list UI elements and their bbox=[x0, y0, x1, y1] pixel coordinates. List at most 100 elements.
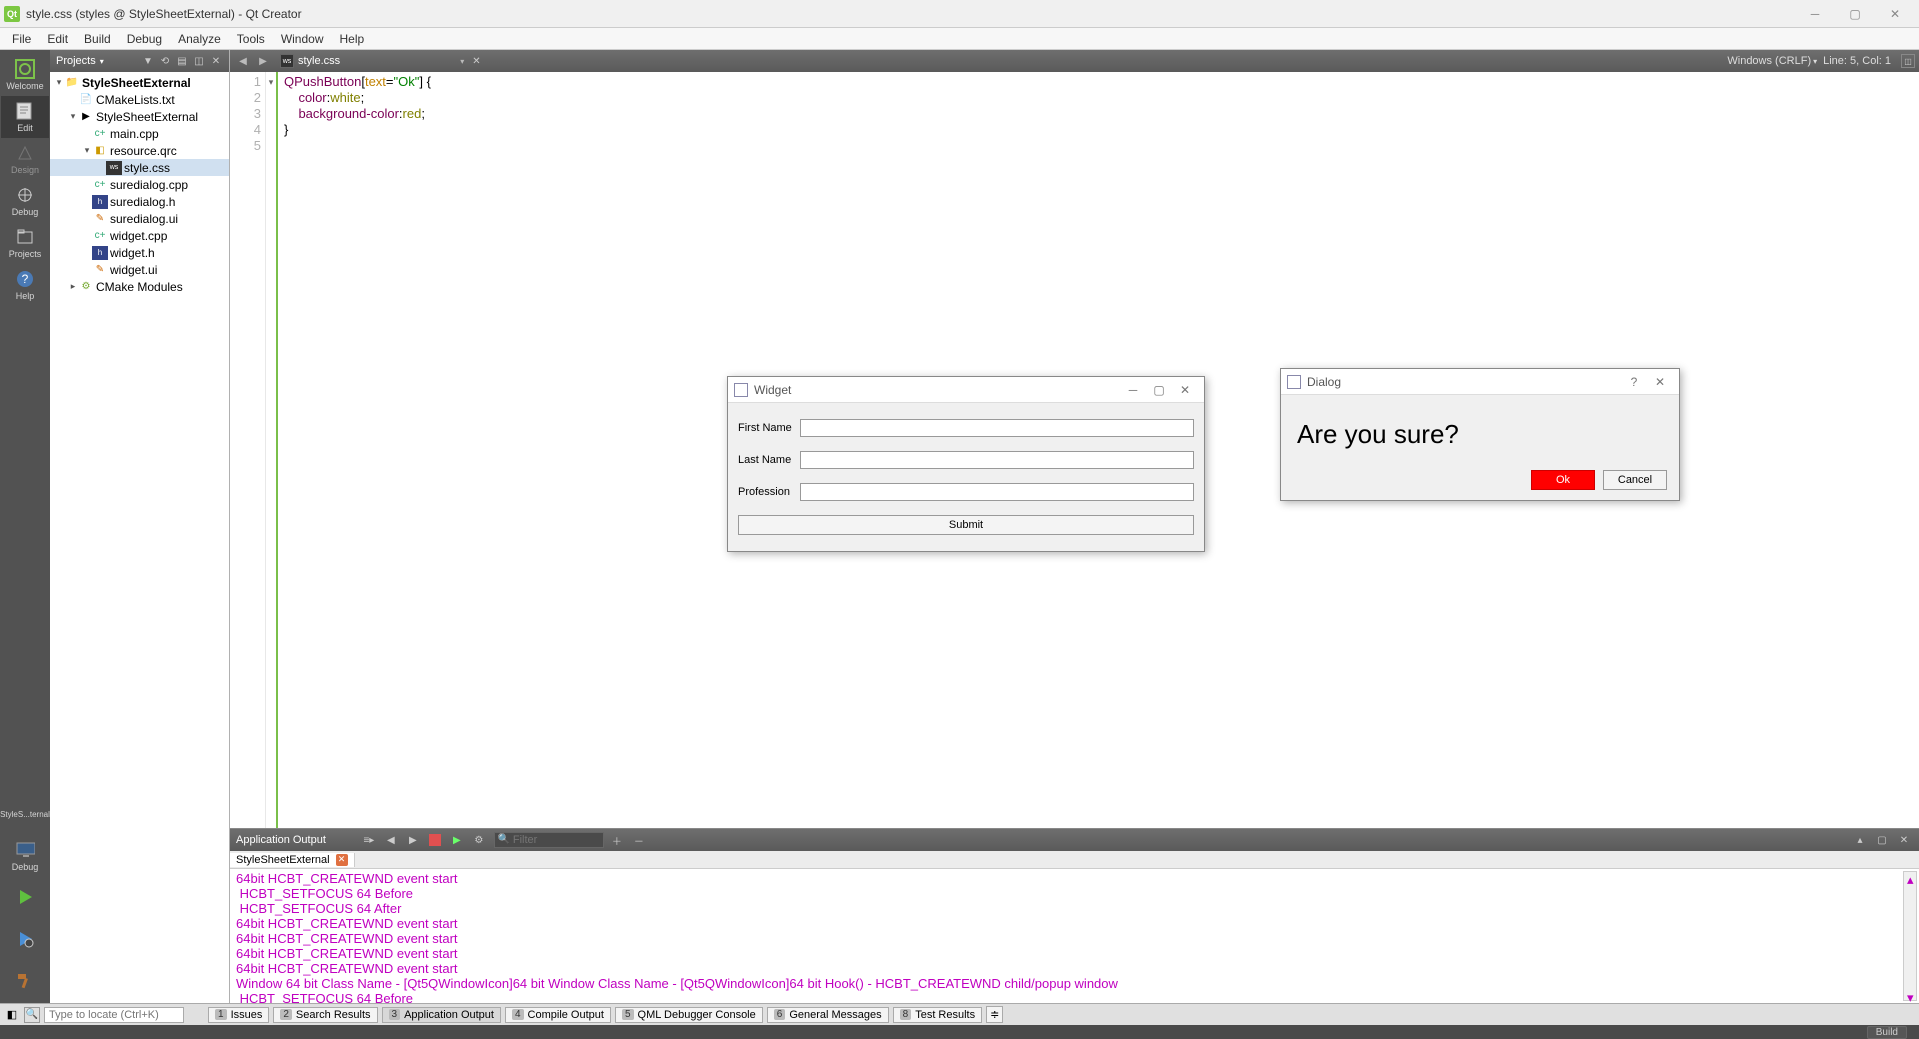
output-tab[interactable]: StyleSheetExternal ✕ bbox=[230, 853, 355, 867]
pane-general-messages[interactable]: 6General Messages bbox=[767, 1007, 889, 1023]
layout-icon[interactable]: ▤ bbox=[175, 54, 189, 68]
output-add-button[interactable]: ＋ bbox=[608, 832, 626, 848]
menu-debug[interactable]: Debug bbox=[119, 30, 170, 48]
tree-widget-cpp[interactable]: c+widget.cpp bbox=[50, 227, 229, 244]
fold-toggle-icon[interactable]: ▾ bbox=[266, 74, 276, 90]
tree-target[interactable]: ▾▶StyleSheetExternal bbox=[50, 108, 229, 125]
submit-button[interactable]: Submit bbox=[738, 515, 1194, 535]
last-name-input[interactable] bbox=[800, 451, 1194, 469]
filter-icon[interactable]: ▼ bbox=[141, 54, 155, 68]
output-expand-icon[interactable]: ▴ bbox=[1851, 832, 1869, 848]
active-project-selector[interactable]: StyleS...ternal bbox=[1, 793, 49, 835]
tree-suredialog-ui[interactable]: ✎suredialog.ui bbox=[50, 210, 229, 227]
mode-help[interactable]: ? Help bbox=[1, 264, 49, 306]
pane-search-results[interactable]: 2Search Results bbox=[273, 1007, 377, 1023]
tree-widget-ui[interactable]: ✎widget.ui bbox=[50, 261, 229, 278]
build-button[interactable] bbox=[1, 961, 49, 1003]
project-tree[interactable]: ▾📁StyleSheetExternal 📄CMakeLists.txt ▾▶S… bbox=[50, 72, 229, 1003]
pane-test-results[interactable]: 8Test Results bbox=[893, 1007, 982, 1023]
scrollbar[interactable]: ▴ ▾ bbox=[1903, 871, 1917, 1001]
output-prev-icon[interactable]: ◀ bbox=[382, 832, 400, 848]
output-stop-button[interactable] bbox=[426, 832, 444, 848]
output-gear-icon[interactable]: ⚙ bbox=[470, 832, 488, 848]
run-target-selector[interactable]: Debug bbox=[1, 835, 49, 877]
widget-titlebar[interactable]: Widget ─ ▢ ✕ bbox=[728, 377, 1204, 403]
dialog-window[interactable]: Dialog ? ✕ Are you sure? Ok Cancel bbox=[1280, 368, 1680, 501]
pane-issues[interactable]: 1Issues bbox=[208, 1007, 269, 1023]
output-rerun-button[interactable]: ▶ bbox=[448, 832, 466, 848]
mode-debug[interactable]: Debug bbox=[1, 180, 49, 222]
dialog-cancel-button[interactable]: Cancel bbox=[1603, 470, 1667, 490]
tree-project-root[interactable]: ▾📁StyleSheetExternal bbox=[50, 74, 229, 91]
split-editor-button[interactable]: ◫ bbox=[1901, 54, 1915, 68]
tree-suredialog-cpp[interactable]: c+suredialog.cpp bbox=[50, 176, 229, 193]
mode-edit[interactable]: Edit bbox=[1, 96, 49, 138]
dialog-help-button[interactable]: ? bbox=[1621, 372, 1647, 392]
tree-style-css[interactable]: wsstyle.css bbox=[50, 159, 229, 176]
tree-suredialog-h[interactable]: hsuredialog.h bbox=[50, 193, 229, 210]
widget-window[interactable]: Widget ─ ▢ ✕ First Name Last Name Profes… bbox=[727, 376, 1205, 552]
dialog-close-button[interactable]: ✕ bbox=[1647, 372, 1673, 392]
split-icon[interactable]: ◫ bbox=[192, 54, 206, 68]
dialog-titlebar[interactable]: Dialog ? ✕ bbox=[1281, 369, 1679, 395]
tree-cmake-modules[interactable]: ▸⚙CMake Modules bbox=[50, 278, 229, 295]
pane-application-output[interactable]: 3Application Output bbox=[382, 1007, 501, 1023]
output-next-icon[interactable]: ▶ bbox=[404, 832, 422, 848]
pane-compile-output[interactable]: 4Compile Output bbox=[505, 1007, 611, 1023]
nav-back-button[interactable]: ◀ bbox=[234, 52, 252, 70]
locate-input[interactable] bbox=[44, 1007, 184, 1023]
tree-cmakelists[interactable]: 📄CMakeLists.txt bbox=[50, 91, 229, 108]
fold-column[interactable]: ▾ bbox=[266, 72, 278, 828]
dialog-ok-button[interactable]: Ok bbox=[1531, 470, 1595, 490]
pane-more-icon[interactable]: ≑ bbox=[986, 1006, 1003, 1023]
sync-icon[interactable]: ⟲ bbox=[158, 54, 172, 68]
mode-projects[interactable]: Projects bbox=[1, 222, 49, 264]
close-file-button[interactable]: ✕ bbox=[472, 56, 480, 67]
close-button[interactable]: ✕ bbox=[1875, 2, 1915, 26]
locate-icon[interactable]: 🔍 bbox=[24, 1007, 40, 1023]
output-remove-button[interactable]: － bbox=[630, 832, 648, 848]
tree-main-cpp[interactable]: c+main.cpp bbox=[50, 125, 229, 142]
maximize-button[interactable]: ▢ bbox=[1835, 2, 1875, 26]
project-icon: 📁 bbox=[64, 76, 80, 90]
profession-input[interactable] bbox=[800, 483, 1194, 501]
sidebar-toggle-icon[interactable]: ◧ bbox=[4, 1007, 20, 1023]
widget-minimize-button[interactable]: ─ bbox=[1120, 380, 1146, 400]
close-output-tab-icon[interactable]: ✕ bbox=[336, 854, 348, 866]
cpp-icon: c+ bbox=[92, 127, 108, 141]
menu-help[interactable]: Help bbox=[332, 30, 373, 48]
debug-run-button[interactable] bbox=[1, 919, 49, 961]
minimize-button[interactable]: ─ bbox=[1795, 2, 1835, 26]
menu-tools[interactable]: Tools bbox=[229, 30, 273, 48]
tree-widget-h[interactable]: hwidget.h bbox=[50, 244, 229, 261]
build-progress[interactable]: Build bbox=[1867, 1026, 1907, 1039]
cursor-position[interactable]: Line: 5, Col: 1 bbox=[1823, 55, 1891, 67]
menu-build[interactable]: Build bbox=[76, 30, 119, 48]
titlebar: Qt style.css (styles @ StyleSheetExterna… bbox=[0, 0, 1919, 28]
output-close-icon[interactable]: ✕ bbox=[1895, 832, 1913, 848]
current-file-label: style.css bbox=[298, 55, 340, 67]
tree-resource-qrc[interactable]: ▾◧resource.qrc bbox=[50, 142, 229, 159]
mode-design[interactable]: Design bbox=[1, 138, 49, 180]
run-button[interactable] bbox=[1, 877, 49, 919]
pane-qml-debugger[interactable]: 5QML Debugger Console bbox=[615, 1007, 763, 1023]
menu-window[interactable]: Window bbox=[273, 30, 332, 48]
mode-welcome[interactable]: Welcome bbox=[1, 54, 49, 96]
output-filter-input[interactable] bbox=[494, 832, 604, 848]
close-pane-icon[interactable]: ✕ bbox=[209, 54, 223, 68]
widget-close-button[interactable]: ✕ bbox=[1172, 380, 1198, 400]
debug-icon bbox=[15, 185, 35, 205]
menu-edit[interactable]: Edit bbox=[39, 30, 76, 48]
encoding-selector[interactable]: Windows (CRLF)▾ bbox=[1727, 55, 1817, 67]
mode-debug-label: Debug bbox=[12, 207, 39, 217]
file-selector[interactable]: ws style.css ▾ bbox=[280, 54, 464, 68]
menu-file[interactable]: File bbox=[4, 30, 39, 48]
output-settings-icon[interactable]: ≡▸ bbox=[360, 832, 378, 848]
first-name-input[interactable] bbox=[800, 419, 1194, 437]
cpp-icon: c+ bbox=[92, 229, 108, 243]
menu-analyze[interactable]: Analyze bbox=[170, 30, 229, 48]
nav-forward-button[interactable]: ▶ bbox=[254, 52, 272, 70]
output-maximize-icon[interactable]: ▢ bbox=[1873, 832, 1891, 848]
output-log[interactable]: 64bit HCBT_CREATEWND event start HCBT_SE… bbox=[230, 869, 1919, 1003]
widget-maximize-button[interactable]: ▢ bbox=[1146, 380, 1172, 400]
